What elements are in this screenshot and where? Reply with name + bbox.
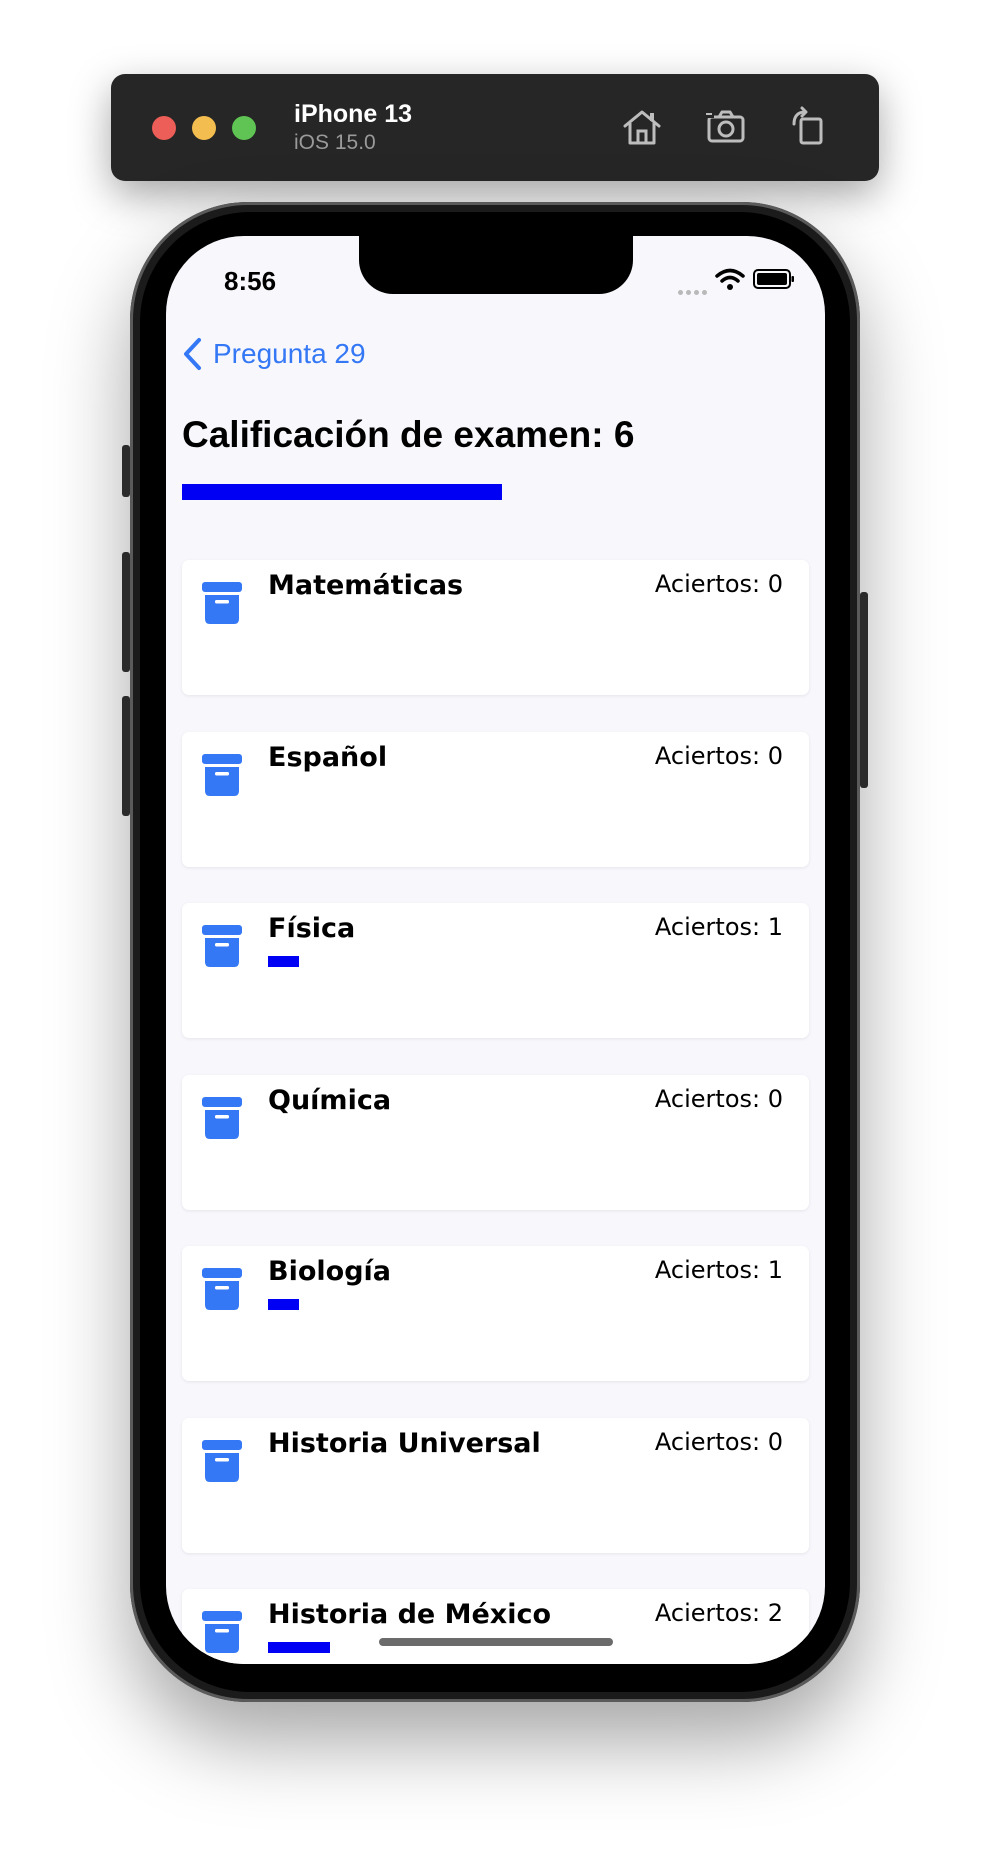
subject-score: Aciertos: 0 [654, 570, 783, 598]
signal-dots-icon [678, 282, 710, 300]
subject-card[interactable]: Física Aciertos: 1 [182, 903, 809, 1038]
subject-score: Aciertos: 0 [654, 1084, 783, 1113]
subject-name: Historia de México [268, 1599, 552, 1630]
subject-card[interactable]: Historia de México Aciertos: 2 [182, 1589, 809, 1664]
home-indicator[interactable] [379, 1638, 613, 1646]
subject-card[interactable]: Biología Aciertos: 1 [182, 1246, 809, 1381]
status-time: 8:56 [224, 266, 277, 296]
volume-down-button [122, 696, 130, 816]
archive-box-icon [202, 1268, 242, 1310]
battery-icon [753, 269, 794, 289]
subject-card[interactable]: Química Aciertos: 0 [182, 1074, 809, 1210]
subject-progress-bar [268, 1128, 528, 1139]
chevron-left-icon [184, 338, 201, 370]
subject-name: Biología [268, 1256, 391, 1287]
archive-box-icon [202, 1096, 242, 1139]
subject-progress-bar [268, 1471, 528, 1482]
back-button[interactable]: Pregunta 29 [181, 334, 366, 374]
wifi-icon [715, 268, 745, 290]
archive-box-icon [202, 1439, 242, 1482]
subject-progress-fill [268, 1299, 300, 1310]
subject-progress-fill [268, 1642, 331, 1653]
subject-score: Aciertos: 2 [654, 1599, 783, 1627]
overall-progress-bar [182, 484, 809, 500]
subject-name: Química [268, 1084, 392, 1116]
subject-name: Historia Universal [268, 1427, 541, 1459]
archive-box-icon [202, 1611, 242, 1653]
subject-score: Aciertos: 0 [654, 741, 783, 770]
subject-progress-bar [268, 956, 528, 967]
overall-progress-fill [182, 484, 502, 500]
device-name: iPhone 13 [294, 100, 413, 128]
subject-score: Aciertos: 1 [654, 913, 783, 941]
subject-card[interactable]: Matemáticas Aciertos: 0 [182, 560, 809, 695]
archive-box-icon [202, 753, 242, 796]
home-icon[interactable] [619, 104, 665, 150]
close-window-button[interactable] [152, 116, 176, 140]
subject-progress-bar [268, 1299, 528, 1310]
notch [359, 236, 633, 294]
power-button [860, 592, 868, 788]
archive-box-icon [202, 582, 242, 624]
minimize-window-button[interactable] [192, 116, 216, 140]
subject-name: Física [268, 913, 356, 944]
archive-box-icon [202, 925, 242, 967]
back-button-label: Pregunta 29 [213, 338, 366, 369]
subject-score: Aciertos: 1 [654, 1256, 783, 1284]
zoom-window-button[interactable] [232, 116, 256, 140]
subject-card[interactable]: Español Aciertos: 0 [182, 731, 809, 867]
subject-progress-bar [268, 613, 528, 624]
app-screen: 8:56 Pregunta 29 Calificación de examen:… [166, 236, 825, 1664]
subject-name: Matemáticas [268, 570, 464, 601]
volume-up-button [122, 552, 130, 672]
subject-card[interactable]: Historia Universal Aciertos: 0 [182, 1417, 809, 1553]
subject-progress-bar [268, 785, 528, 796]
subject-name: Español [268, 741, 388, 773]
page-title: Calificación de examen: 6 [182, 414, 635, 455]
screenshot-camera-icon[interactable] [703, 104, 749, 150]
rotate-icon[interactable] [785, 104, 831, 150]
os-version: iOS 15.0 [294, 131, 376, 154]
subject-score: Aciertos: 0 [654, 1427, 783, 1456]
simulator-title-bar: iPhone 13 iOS 15.0 [111, 74, 879, 181]
subject-progress-fill [268, 956, 300, 967]
mute-switch [122, 445, 130, 497]
